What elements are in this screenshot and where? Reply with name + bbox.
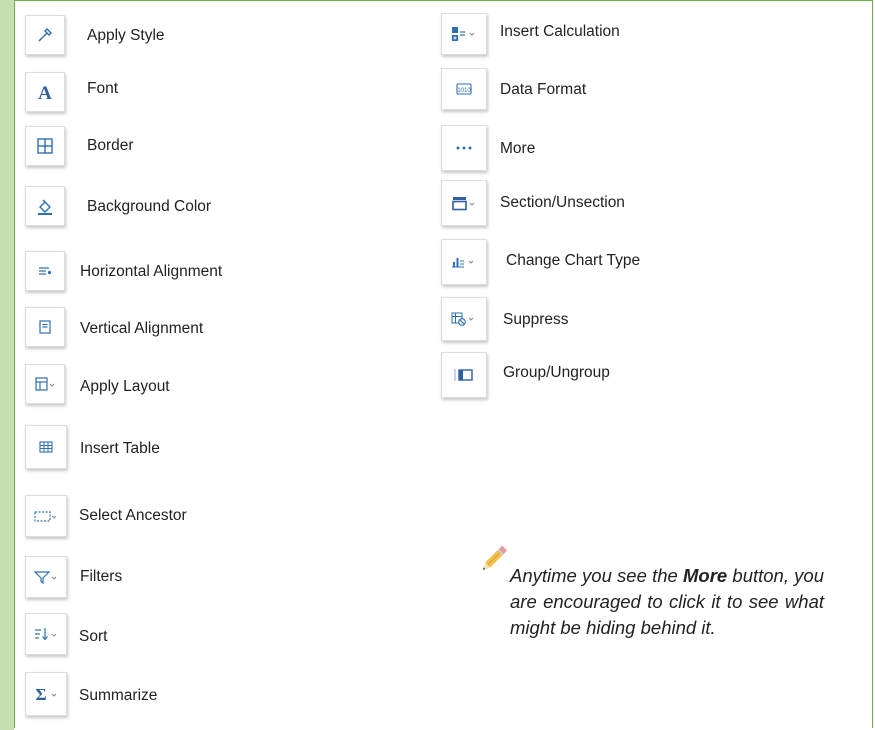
group-ungroup-label: Group/Ungroup xyxy=(503,364,610,381)
section-unsection-button[interactable] xyxy=(441,180,487,226)
sort-icon xyxy=(33,626,59,642)
font-button[interactable]: A xyxy=(25,72,65,112)
group-ungroup-button[interactable] xyxy=(441,352,487,398)
svg-text:Σ: Σ xyxy=(35,685,46,703)
select-ancestor-button[interactable] xyxy=(25,495,67,537)
calculation-icon xyxy=(450,25,478,43)
border-grid-icon xyxy=(36,137,54,155)
more-label: More xyxy=(500,140,536,157)
select-ancestor-icon xyxy=(33,508,59,524)
insert-calculation-label: Insert Calculation xyxy=(500,23,620,40)
font-a-icon: A xyxy=(35,82,55,102)
note-text-before: Anytime you see the xyxy=(510,565,683,586)
note-bold-more: More xyxy=(683,565,728,586)
insert-table-label: Insert Table xyxy=(80,440,160,457)
sort-button[interactable] xyxy=(25,613,67,655)
layout-icon xyxy=(34,376,56,392)
paint-bucket-icon xyxy=(35,196,55,216)
suppress-button[interactable] xyxy=(441,297,487,341)
section-unsection-label: Section/Unsection xyxy=(500,194,625,211)
apply-style-label: Apply Style xyxy=(87,27,165,44)
background-color-button[interactable] xyxy=(25,186,65,226)
vertical-align-icon xyxy=(37,319,53,335)
filter-icon xyxy=(33,569,59,585)
insert-table-button[interactable] xyxy=(25,425,67,469)
svg-text:1010: 1010 xyxy=(457,88,471,94)
section-icon xyxy=(450,194,478,212)
border-label: Border xyxy=(87,137,134,154)
background-color-label: Background Color xyxy=(87,198,212,215)
change-chart-type-button[interactable] xyxy=(441,239,487,285)
more-ellipsis-icon xyxy=(454,143,474,153)
data-format-icon: 1010 xyxy=(455,82,473,96)
summarize-button[interactable]: Σ xyxy=(25,672,67,716)
suppress-label: Suppress xyxy=(503,311,569,328)
insert-calculation-button[interactable] xyxy=(441,13,487,55)
group-icon xyxy=(452,367,476,383)
filters-button[interactable] xyxy=(25,556,67,598)
border-button[interactable] xyxy=(25,126,65,166)
select-ancestor-label: Select Ancestor xyxy=(79,507,187,524)
svg-text:A: A xyxy=(38,83,52,102)
vertical-alignment-button[interactable] xyxy=(25,307,65,347)
horizontal-align-icon xyxy=(37,263,53,279)
horizontal-alignment-button[interactable] xyxy=(25,251,65,291)
apply-style-button[interactable] xyxy=(25,15,65,55)
chart-type-icon xyxy=(450,254,478,270)
table-icon xyxy=(38,439,54,455)
font-label: Font xyxy=(87,80,119,97)
horizontal-alignment-label: Horizontal Alignment xyxy=(80,263,223,280)
suppress-icon xyxy=(450,311,478,327)
data-format-label: Data Format xyxy=(500,81,587,98)
paint-dropper-icon xyxy=(36,26,54,44)
data-format-button[interactable]: 1010 xyxy=(441,68,487,110)
apply-layout-button[interactable] xyxy=(25,364,65,404)
filters-label: Filters xyxy=(80,568,123,585)
vertical-alignment-label: Vertical Alignment xyxy=(80,320,204,337)
change-chart-type-label: Change Chart Type xyxy=(506,252,641,269)
sigma-icon: Σ xyxy=(33,685,59,703)
left-color-band xyxy=(0,0,14,730)
more-button[interactable] xyxy=(441,125,487,171)
summarize-label: Summarize xyxy=(79,687,158,704)
pencil-icon xyxy=(476,542,510,581)
apply-layout-label: Apply Layout xyxy=(80,378,170,395)
more-button-tip-note: Anytime you see the More button, you are… xyxy=(510,563,824,641)
sort-label: Sort xyxy=(79,628,108,645)
